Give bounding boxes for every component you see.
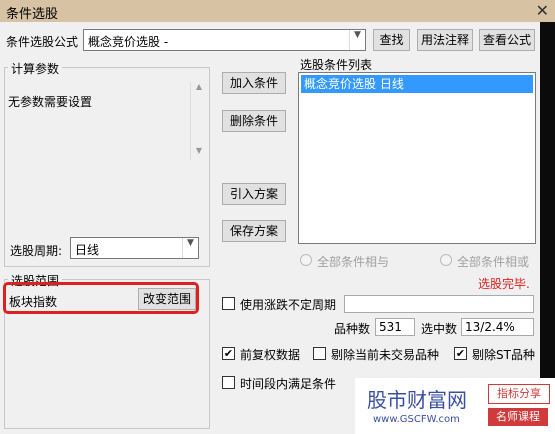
and-radio[interactable] bbox=[300, 254, 312, 266]
view-formula-button[interactable]: 查看公式 bbox=[479, 29, 535, 51]
and-radio-label: 全部条件相与 bbox=[317, 255, 390, 269]
uncertain-period-field[interactable] bbox=[344, 295, 534, 313]
save-plan-button[interactable]: 保存方案 bbox=[222, 220, 286, 242]
title-bar: 条件选股 ✕ bbox=[0, 0, 555, 22]
or-radio[interactable] bbox=[440, 254, 452, 266]
close-icon[interactable]: ✕ bbox=[536, 1, 549, 21]
selected-label: 选中数 bbox=[421, 322, 458, 336]
time-range-checkbox[interactable] bbox=[222, 376, 235, 389]
window-title: 条件选股 bbox=[6, 7, 59, 22]
watermark-site: 股市财富网 bbox=[367, 388, 467, 412]
chevron-down-icon[interactable]: ▼ bbox=[182, 238, 198, 258]
uncertain-period-checkbox[interactable] bbox=[222, 297, 235, 310]
selected-value: 13/2.4% bbox=[461, 318, 534, 336]
import-plan-button[interactable]: 引入方案 bbox=[222, 183, 286, 205]
watermark: 股市财富网 www.GSCFW.com 指标分享 名师课程 bbox=[355, 378, 555, 434]
period-select[interactable]: 日线 ▼ bbox=[70, 237, 199, 259]
add-condition-button[interactable]: 加入条件 bbox=[222, 72, 286, 94]
fq-checkbox[interactable]: ✔ bbox=[222, 347, 235, 360]
status-text: 选股完毕. bbox=[478, 277, 530, 291]
period-label: 选股周期: bbox=[10, 244, 63, 258]
count-label: 品种数 bbox=[334, 322, 371, 336]
exclude-untraded-checkbox[interactable] bbox=[313, 347, 326, 360]
exclude-st-label: 剔除ST品种 bbox=[472, 348, 535, 362]
list-item[interactable]: 概念竞价选股 日线 bbox=[301, 75, 533, 93]
chevron-down-icon[interactable]: ▼ bbox=[349, 30, 365, 50]
conditions-label: 选股条件列表 bbox=[300, 58, 373, 72]
exclude-st-checkbox[interactable]: ✔ bbox=[454, 347, 467, 360]
background-app-strip bbox=[540, 22, 555, 434]
condition-stock-dialog: 条件选股 ✕ 条件选股公式 概念竞价选股 - ▼ 查找 用法注释 查看公式 计算… bbox=[0, 0, 555, 434]
time-range-label: 时间段内满足条件 bbox=[240, 377, 337, 391]
highlight-box bbox=[3, 282, 199, 314]
params-group-title: 计算参数 bbox=[8, 60, 63, 77]
scroll-up-icon[interactable]: ▲ bbox=[191, 82, 207, 96]
find-button[interactable]: 查找 bbox=[373, 29, 410, 51]
formula-label: 条件选股公式 bbox=[6, 35, 79, 49]
usage-notes-button[interactable]: 用法注释 bbox=[417, 29, 473, 51]
count-value: 531 bbox=[375, 318, 415, 336]
params-text: 无参数需要设置 bbox=[8, 95, 93, 109]
exclude-untraded-label: 剔除当前未交易品种 bbox=[331, 348, 440, 362]
formula-value: 概念竞价选股 - bbox=[88, 35, 169, 49]
fq-label: 前复权数据 bbox=[240, 348, 301, 362]
watermark-tag-2: 名师课程 bbox=[488, 408, 548, 426]
period-value: 日线 bbox=[75, 243, 100, 257]
watermark-tag-1: 指标分享 bbox=[488, 384, 550, 404]
uncertain-period-label: 使用涨跌不定周期 bbox=[240, 298, 337, 312]
watermark-url: www.GSCFW.com bbox=[373, 414, 460, 425]
params-scrollbar[interactable]: ▲ ▼ bbox=[190, 82, 208, 160]
delete-condition-button[interactable]: 删除条件 bbox=[222, 110, 286, 132]
conditions-list[interactable]: 概念竞价选股 日线 bbox=[298, 72, 536, 244]
formula-select[interactable]: 概念竞价选股 - ▼ bbox=[83, 29, 366, 51]
scroll-down-icon[interactable]: ▼ bbox=[191, 146, 207, 160]
or-radio-label: 全部条件相或 bbox=[457, 255, 530, 269]
